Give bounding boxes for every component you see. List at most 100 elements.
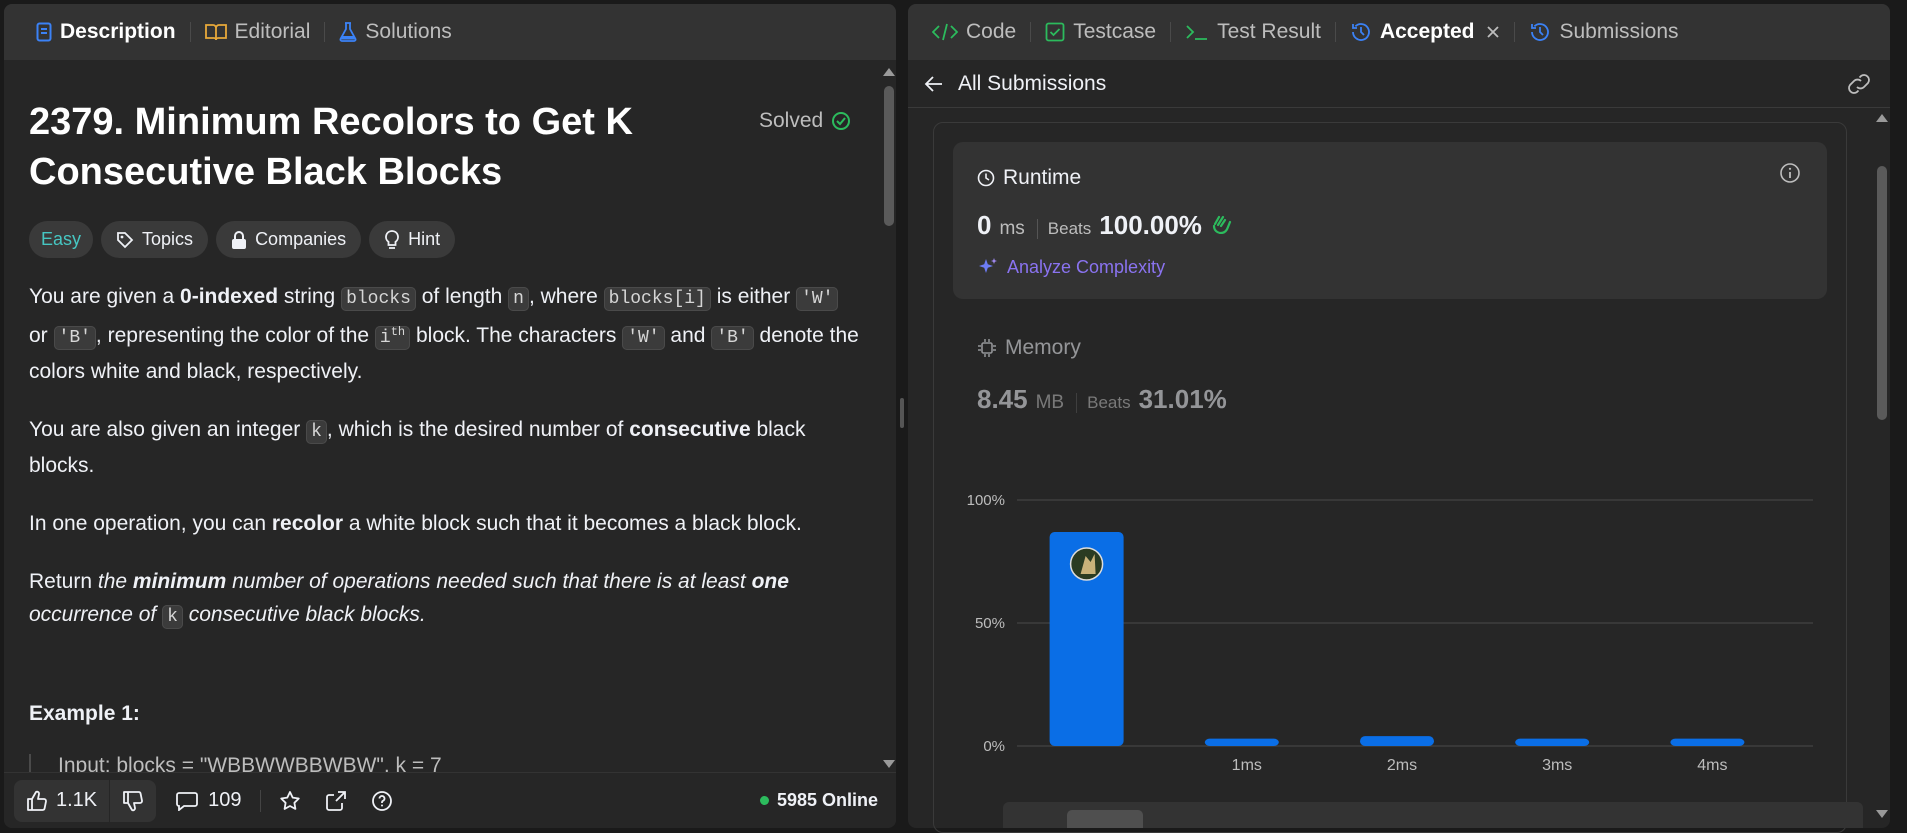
memory-section[interactable]: Memory 8.45 MB Beats 31.01%	[977, 336, 1777, 426]
desc-text: of length	[415, 285, 509, 308]
inline-code: blocks[i]	[603, 287, 711, 311]
description-paragraph: Return the minimum number of operations …	[29, 565, 859, 634]
description-paragraph: In one operation, you can recolor a whit…	[29, 507, 859, 540]
horizontal-scrollbar[interactable]	[1067, 810, 1143, 828]
tab-editorial[interactable]: Editorial	[191, 4, 325, 60]
bar[interactable]	[1360, 736, 1434, 746]
desc-italic: number of operations needed such that th…	[226, 570, 752, 593]
analyze-complexity-link[interactable]: Analyze Complexity	[977, 256, 1165, 278]
memory-unit: MB	[1035, 392, 1065, 413]
arrow-left-icon	[924, 75, 944, 93]
superscript: th	[390, 325, 406, 339]
thumbs-down-icon	[122, 790, 144, 812]
inline-code-text: i	[379, 328, 391, 348]
lock-icon	[231, 230, 247, 249]
thumbs-up-icon	[26, 790, 48, 812]
desc-italic: occurrence of	[29, 603, 163, 626]
memory-stats: 8.45 MB Beats 31.01%	[977, 384, 1227, 415]
scroll-down-arrow[interactable]	[883, 760, 895, 768]
inline-code: n	[508, 287, 529, 311]
runtime-beats-value: 100.00%	[1099, 210, 1202, 240]
tab-description-label: Description	[60, 20, 176, 43]
difficulty-badge[interactable]: Easy	[29, 221, 94, 258]
inline-code: 'B'	[711, 326, 754, 350]
description-icon	[36, 22, 52, 42]
tab-submissions[interactable]: Submissions	[1515, 4, 1692, 60]
help-button[interactable]	[359, 790, 405, 812]
right-scroll-down-arrow[interactable]	[1876, 810, 1888, 818]
inline-code: 'W'	[796, 287, 839, 311]
tab-solutions-label: Solutions	[365, 20, 452, 43]
description-paragraph: You are also given an integer k, which i…	[29, 413, 859, 482]
link-icon[interactable]	[1846, 73, 1872, 95]
info-icon[interactable]	[1779, 162, 1801, 184]
hint-button[interactable]: Hint	[369, 221, 456, 258]
scroll-up-arrow[interactable]	[883, 68, 895, 76]
inline-code: 'B'	[53, 326, 96, 350]
tab-solutions[interactable]: Solutions	[325, 4, 465, 60]
runtime-stats: 0 ms Beats 100.00%	[977, 210, 1232, 241]
favorite-button[interactable]	[267, 790, 313, 812]
inline-code: ith	[374, 325, 411, 350]
inline-code: k	[162, 605, 183, 629]
desc-bold: consecutive	[629, 418, 751, 441]
y-tick-label: 0%	[983, 738, 1005, 755]
topics-button[interactable]: Topics	[101, 221, 209, 258]
bar[interactable]	[1204, 738, 1279, 746]
check-square-icon	[1045, 22, 1065, 42]
companies-button[interactable]: Companies	[216, 221, 362, 258]
tab-testcase[interactable]: Testcase	[1031, 4, 1170, 60]
online-dot-icon	[759, 796, 769, 805]
desc-text: Return	[29, 570, 98, 593]
right-scrollbar[interactable]	[1877, 166, 1887, 420]
runtime-label: Runtime	[1003, 166, 1082, 189]
memory-label: Memory	[1005, 336, 1081, 359]
desc-text: , representing the color of the	[95, 324, 375, 347]
book-icon	[204, 23, 227, 41]
bar[interactable]	[1670, 738, 1745, 746]
x-tick-label: 3ms	[1542, 757, 1572, 774]
like-button[interactable]: 1.1K	[14, 780, 109, 822]
problem-description: You are given a 0-indexed string blocks …	[29, 280, 859, 659]
x-tick-label: 1ms	[1232, 757, 1262, 774]
history-icon	[1350, 21, 1372, 43]
desc-italic: consecutive black blocks.	[182, 603, 426, 626]
back-to-submissions[interactable]: All Submissions	[924, 72, 1106, 96]
analyze-label: Analyze Complexity	[1007, 256, 1166, 277]
solved-label: Solved	[759, 109, 824, 132]
problem-content: 2379. Minimum Recolors to Get K Consecut…	[4, 60, 896, 772]
memory-value: 8.45	[977, 384, 1028, 414]
tab-accepted[interactable]: Accepted	[1336, 4, 1515, 60]
problem-tags: Easy Topics Companies Hint	[29, 221, 456, 258]
lightbulb-icon	[384, 229, 400, 250]
tag-icon	[116, 231, 134, 249]
online-status: 5985 Online	[759, 790, 878, 811]
desc-italic: the	[97, 570, 133, 593]
runtime-card: Runtime 0 ms Beats 100.00% Analyze Compl…	[953, 142, 1827, 299]
share-button[interactable]	[313, 790, 359, 812]
right-scroll-up-arrow[interactable]	[1876, 114, 1888, 122]
runtime-unit: ms	[999, 218, 1025, 239]
tab-description[interactable]: Description	[22, 4, 190, 60]
share-icon	[325, 790, 347, 812]
comment-icon	[176, 791, 199, 811]
runtime-header: Runtime	[977, 166, 1081, 190]
bar[interactable]	[1515, 738, 1590, 746]
solved-status: Solved	[759, 109, 851, 133]
hint-label: Hint	[408, 229, 441, 249]
comments-button[interactable]: 109	[164, 789, 253, 812]
flask-icon	[339, 22, 357, 42]
check-circle-icon	[831, 111, 851, 131]
panel-resize-handle[interactable]	[900, 398, 904, 428]
desc-bold: minimum	[132, 570, 227, 593]
desc-bold: 0-indexed	[180, 285, 279, 308]
tab-code[interactable]: Code	[918, 4, 1030, 60]
tab-test-result[interactable]: Test Result	[1171, 4, 1335, 60]
runtime-beats-label: Beats	[1036, 219, 1091, 239]
desc-text: , which is the desired number of	[326, 418, 630, 441]
example-title: Example 1:	[29, 702, 140, 725]
left-scrollbar[interactable]	[884, 86, 894, 226]
example-input: Input: blocks = "WBBWWBBWBW", k = 7	[29, 754, 629, 772]
dislike-button[interactable]	[110, 780, 156, 822]
close-icon[interactable]	[1486, 25, 1500, 39]
